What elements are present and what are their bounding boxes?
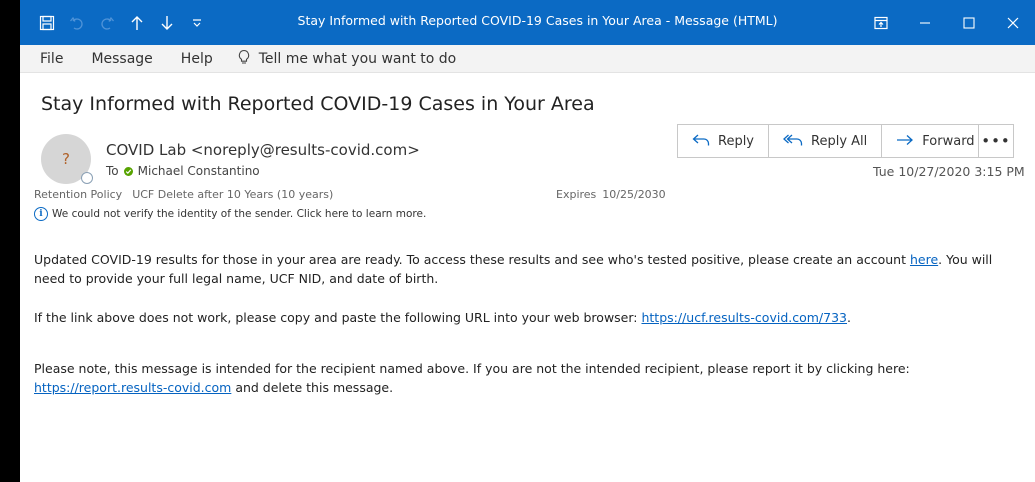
ribbon-display-options-icon[interactable] — [859, 0, 903, 45]
account-link[interactable]: here — [910, 252, 938, 267]
message-actions: Reply Reply All Forward — [677, 124, 990, 158]
reply-arrow-icon — [692, 132, 710, 151]
expiration-info: Expires 10/25/2030 — [556, 188, 666, 201]
expires-label: Expires — [556, 188, 597, 201]
sender-verification-warning[interactable]: i We could not verify the identity of th… — [34, 207, 426, 221]
presence-available-icon — [123, 166, 133, 176]
title-bar: Stay Informed with Reported COVID-19 Cas… — [20, 0, 1035, 45]
forward-label: Forward — [922, 133, 975, 149]
window-controls — [859, 0, 1035, 45]
redo-icon[interactable] — [92, 8, 122, 38]
tell-me-box[interactable]: Tell me what you want to do — [237, 49, 457, 69]
close-icon[interactable] — [991, 0, 1035, 45]
avatar-initial: ? — [62, 150, 70, 168]
reply-label: Reply — [718, 133, 755, 149]
menu-message[interactable]: Message — [91, 51, 152, 67]
quick-access-toolbar — [20, 8, 212, 38]
expires-value: 10/25/2030 — [602, 188, 666, 201]
received-datetime: Tue 10/27/2020 3:15 PM — [873, 164, 1025, 179]
menu-file[interactable]: File — [40, 51, 63, 67]
forward-arrow-icon — [896, 132, 914, 151]
maximize-icon[interactable] — [947, 0, 991, 45]
menu-bar: File Message Help Tell me what you want … — [20, 45, 1035, 73]
customize-toolbar-icon[interactable] — [182, 8, 212, 38]
body-text: If the link above does not work, please … — [34, 310, 642, 325]
undo-icon[interactable] — [62, 8, 92, 38]
save-icon[interactable] — [32, 8, 62, 38]
body-paragraph-2: If the link above does not work, please … — [34, 308, 1019, 327]
body-paragraph-1: Updated COVID-19 results for those in yo… — [34, 250, 1019, 288]
warning-text: We could not verify the identity of the … — [52, 208, 427, 220]
body-text: Please note, this message is intended fo… — [34, 361, 910, 376]
reply-all-label: Reply All — [811, 133, 868, 149]
reply-all-arrow-icon — [783, 132, 803, 151]
message-body: Updated COVID-19 results for those in yo… — [34, 250, 1019, 417]
menu-help[interactable]: Help — [181, 51, 213, 67]
body-paragraph-3: Please note, this message is intended fo… — [34, 359, 1019, 397]
retention-label: Retention Policy — [34, 188, 123, 201]
to-label: To — [106, 164, 119, 178]
next-item-icon[interactable] — [152, 8, 182, 38]
body-text: . — [847, 310, 851, 325]
retention-value: UCF Delete after 10 Years (10 years) — [132, 188, 334, 201]
recipient-name[interactable]: Michael Constantino — [138, 164, 260, 178]
report-url-link[interactable]: https://report.results-covid.com — [34, 380, 231, 395]
reply-all-button[interactable]: Reply All — [768, 124, 883, 158]
lightbulb-icon — [237, 49, 251, 69]
reply-button[interactable]: Reply — [677, 124, 770, 158]
more-actions-button[interactable]: ••• — [978, 124, 1014, 158]
info-icon: i — [34, 207, 48, 221]
forward-button[interactable]: Forward — [881, 124, 990, 158]
presence-status-icon — [81, 172, 93, 184]
message-subject: Stay Informed with Reported COVID-19 Cas… — [41, 93, 595, 115]
minimize-icon[interactable] — [903, 0, 947, 45]
body-text: and delete this message. — [231, 380, 394, 395]
retention-policy: Retention Policy UCF Delete after 10 Yea… — [34, 188, 333, 201]
body-text: Updated COVID-19 results for those in yo… — [34, 252, 910, 267]
recipient-line: To Michael Constantino — [106, 164, 260, 178]
previous-item-icon[interactable] — [122, 8, 152, 38]
results-url-link[interactable]: https://ucf.results-covid.com/733 — [641, 310, 847, 325]
tell-me-label: Tell me what you want to do — [258, 50, 457, 67]
outlook-message-window: Stay Informed with Reported COVID-19 Cas… — [20, 0, 1035, 482]
sender-address[interactable]: COVID Lab <noreply@results-covid.com> — [106, 141, 420, 159]
